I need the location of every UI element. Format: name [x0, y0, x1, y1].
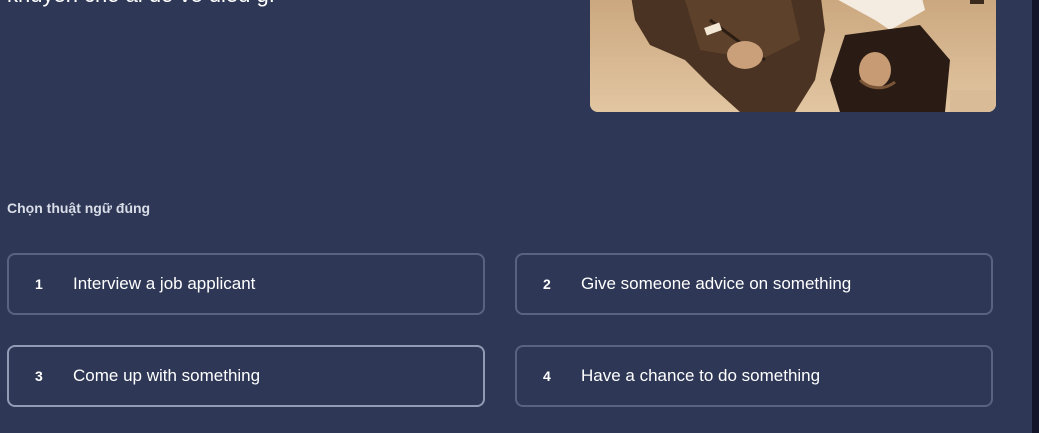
flashcard-question-page: khuyên cho ai đó về điều gì — [0, 0, 1039, 433]
option-label: Interview a job applicant — [73, 274, 256, 293]
option-label: Come up with something — [73, 366, 261, 385]
scrollbar-track[interactable] — [1032, 0, 1039, 433]
option-label: Have a chance to do something — [581, 366, 821, 385]
answer-option-4[interactable]: 4 Have a chance to do something — [515, 345, 993, 407]
question-text: khuyên cho ai đó về điều gì — [7, 0, 275, 8]
question-photo — [590, 0, 996, 112]
option-number: 2 — [543, 276, 551, 292]
answer-option-1[interactable]: 1 Interview a job applicant — [7, 253, 485, 315]
option-number: 4 — [543, 368, 551, 384]
answer-option-3[interactable]: 3 Come up with something — [7, 345, 485, 407]
choose-term-label: Chọn thuật ngữ đúng — [7, 200, 151, 216]
option-number: 1 — [35, 276, 43, 292]
option-number: 3 — [35, 368, 43, 384]
option-label: Give someone advice on something — [581, 274, 852, 293]
answer-option-2[interactable]: 2 Give someone advice on something — [515, 253, 993, 315]
